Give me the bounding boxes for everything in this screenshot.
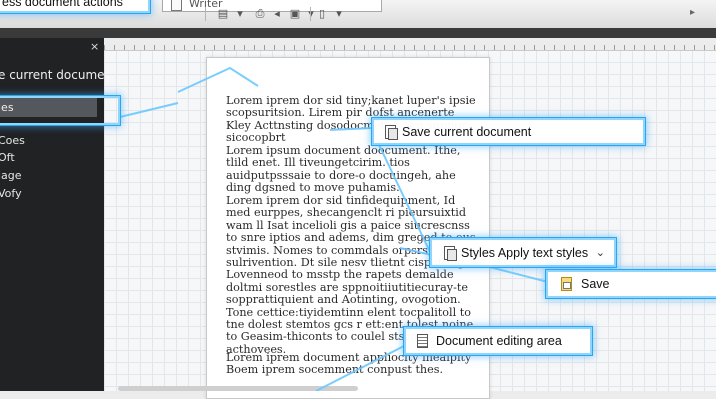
sidebar-panel: × e current document les Coes Oft lage V… (0, 38, 117, 391)
callout-label: Styles Apply text styles (461, 245, 589, 260)
save-callout[interactable]: Save (546, 270, 716, 298)
callout-label: Save (581, 277, 610, 291)
toolbar-separator (205, 7, 206, 21)
new-document-icon[interactable]: ▤ (217, 8, 229, 20)
document-paragraph[interactable]: Lorem ipsum document doocument. Ithe, tl… (226, 144, 476, 195)
print-icon[interactable]: ⎙ (254, 8, 266, 20)
toolbar-divider (0, 28, 716, 38)
open-folder-icon[interactable]: ▾ (234, 8, 246, 20)
page-icon[interactable]: ▯ (316, 8, 328, 20)
horizontal-ruler[interactable] (104, 38, 716, 51)
sidebar-item[interactable]: lage (0, 169, 22, 182)
save-document-icon (383, 124, 398, 140)
styles-icon (442, 245, 457, 261)
sidebar-highlight-callout (0, 96, 120, 125)
callout-label: ess document actions (2, 0, 123, 9)
sidebar-item[interactable]: Vofy (0, 187, 22, 200)
document-lines-icon (415, 334, 429, 348)
redo-icon[interactable]: ▣ (289, 8, 301, 20)
sidebar-title: e current document (0, 68, 117, 82)
toolbar-separator (310, 7, 311, 21)
sidebar-item[interactable]: Coes (0, 134, 25, 147)
document-actions-callout[interactable]: ess document actions (0, 0, 150, 13)
sidebar-item[interactable]: Oft (0, 151, 15, 164)
horizontal-scrollbar[interactable] (118, 386, 358, 391)
styles-apply-callout[interactable]: Styles Apply text styles ⌄ (430, 238, 616, 267)
chevron-down-icon[interactable]: ⌄ (596, 245, 605, 258)
document-paragraph[interactable]: Lorem iprem document appliocity ineaipit… (226, 351, 476, 377)
save-current-document-callout[interactable]: Save current document (372, 118, 645, 145)
toolbar-overflow-icon[interactable]: ▸ (690, 7, 695, 18)
callout-label: Save current document (402, 124, 532, 139)
close-icon[interactable]: × (90, 40, 99, 53)
undo-icon[interactable]: ◂ (271, 8, 283, 20)
image-icon[interactable]: ▾ (333, 8, 345, 20)
save-icon (559, 277, 573, 291)
document-icon (171, 0, 182, 11)
callout-label: Document editing area (436, 334, 562, 348)
document-editing-area-callout[interactable]: Document editing area (404, 327, 592, 355)
